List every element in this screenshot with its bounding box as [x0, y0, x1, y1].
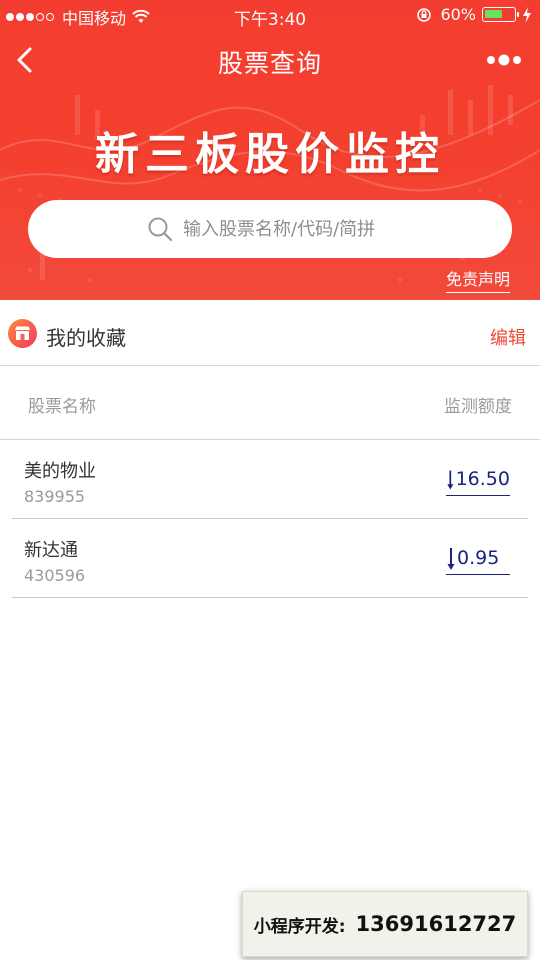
- charging-bolt-icon: [523, 6, 531, 23]
- status-right: 60%: [416, 5, 532, 24]
- column-stock-name: 股票名称: [28, 397, 96, 417]
- rotation-lock-icon: [417, 7, 432, 22]
- search-icon: [148, 217, 173, 242]
- monitor-amount-value: 16.50: [455, 468, 510, 490]
- edit-button[interactable]: 编辑: [490, 324, 526, 350]
- stock-row[interactable]: 美的物业 839955 16.50: [12, 440, 528, 519]
- banner-title: 新三板股价监控: [95, 129, 445, 180]
- page-title: 股票查询: [217, 49, 322, 78]
- contact-label: 小程序开发:: [253, 916, 346, 937]
- down-arrow-icon: [447, 548, 455, 570]
- down-arrow-icon: [447, 470, 454, 490]
- stock-code: 430596: [24, 566, 86, 585]
- disclaimer-link[interactable]: 免责声明: [445, 266, 510, 293]
- favorites-title: 我的收藏: [46, 326, 126, 350]
- stock-list: 美的物业 839955 16.50 新达通 430596 0.95: [12, 440, 528, 598]
- nav-bar: 股票查询: [0, 36, 540, 86]
- developer-contact-card: 小程序开发: 13691612727: [242, 891, 528, 957]
- stock-row[interactable]: 新达通 430596 0.95: [12, 519, 528, 598]
- column-monitor-amount: 监测额度: [444, 397, 512, 417]
- more-menu-icon[interactable]: [484, 46, 524, 74]
- favorites-header: 我的收藏 编辑: [0, 300, 540, 366]
- battery-icon: [482, 7, 519, 22]
- search-box[interactable]: [28, 200, 512, 258]
- battery-fill: [485, 10, 502, 18]
- monitor-amount-field[interactable]: 16.50: [446, 468, 510, 496]
- stock-code: 839955: [24, 487, 86, 506]
- battery-percent: 60%: [440, 5, 476, 24]
- stock-name: 新达通: [24, 540, 78, 561]
- column-header: 股票名称 监测额度: [0, 366, 540, 440]
- contact-phone: 13691612727: [355, 912, 517, 936]
- search-input[interactable]: [183, 218, 393, 240]
- store-icon: [8, 319, 37, 348]
- monitor-amount-value: 0.95: [457, 547, 500, 569]
- stock-name: 美的物业: [24, 461, 96, 482]
- monitor-amount-field[interactable]: 0.95: [446, 547, 510, 575]
- header-banner: 中国移动 下午3:40 60% 股票查询 新三板股价监控 输入股票名称/代码/简…: [0, 0, 540, 300]
- status-bar: 中国移动 下午3:40 60%: [0, 0, 540, 30]
